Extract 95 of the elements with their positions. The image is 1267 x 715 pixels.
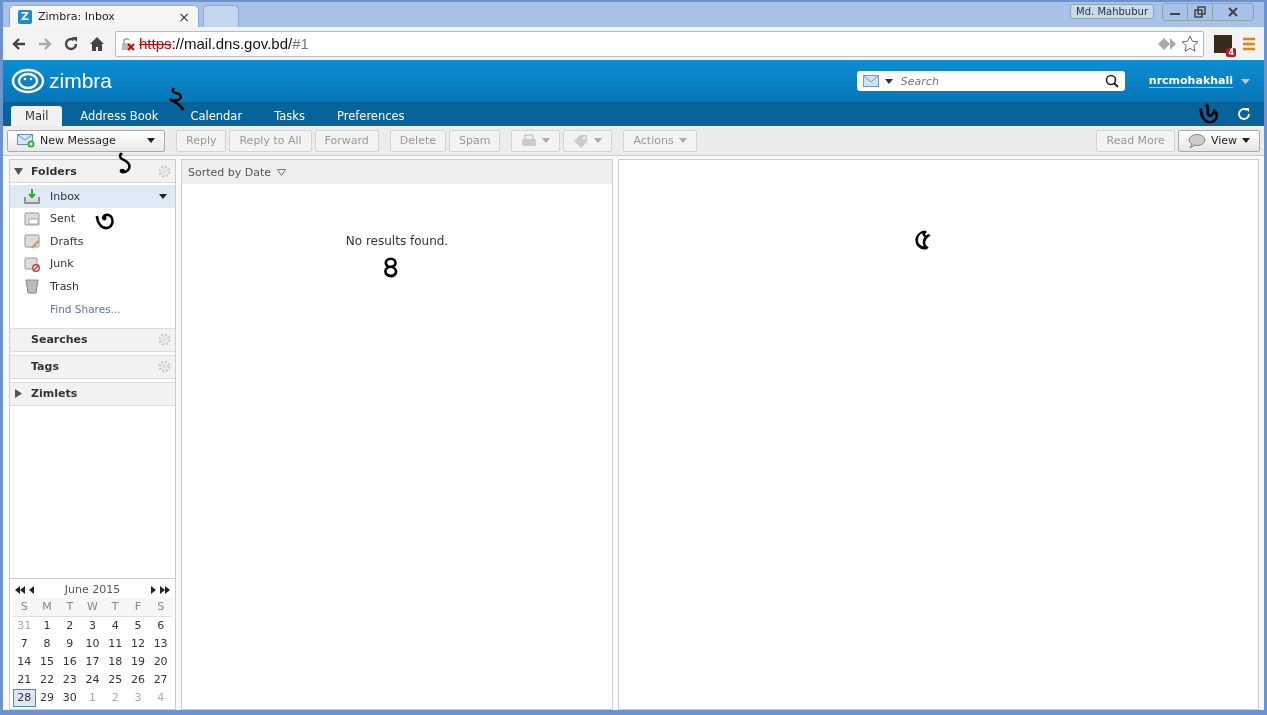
weekday-label: S: [19, 599, 29, 615]
calendar-day[interactable]: 4: [103, 617, 127, 635]
calendar-day[interactable]: 18: [103, 653, 127, 671]
folder-item[interactable]: Trash: [10, 275, 88, 298]
folder-blocked-icon: [24, 255, 40, 272]
calendar-day[interactable]: 29: [35, 689, 59, 707]
star-icon[interactable]: [1181, 34, 1199, 53]
folder-item[interactable]: Inbox: [10, 185, 175, 208]
calendar-day[interactable]: 12: [126, 635, 150, 653]
handwritten-number: ৩: [95, 206, 115, 236]
envelope-plus-icon: [17, 133, 35, 148]
caret-icon[interactable]: [159, 193, 167, 199]
zimbra-logo: zimbra: [49, 69, 112, 93]
calendar-day[interactable]: 25: [103, 671, 127, 689]
next-year-icon[interactable]: [160, 585, 170, 594]
calendar-day[interactable]: 27: [149, 671, 172, 689]
folder-item[interactable]: Drafts: [10, 230, 92, 253]
user-menu[interactable]: nrcmohakhali: [1148, 74, 1233, 88]
weekday-label: F: [133, 599, 143, 615]
calendar-day[interactable]: 5: [126, 617, 150, 635]
broken-lock-icon: [120, 35, 136, 52]
find-shares-link[interactable]: Find Shares...: [10, 297, 175, 315]
back-icon[interactable]: [11, 35, 27, 52]
previous-year-icon[interactable]: [15, 585, 25, 594]
app-tab[interactable]: Mail: [11, 106, 63, 126]
calendar-day[interactable]: 20: [149, 653, 172, 671]
calendar-day[interactable]: 10: [81, 635, 104, 653]
app-tab[interactable]: Preferences: [322, 106, 419, 126]
previous-month-icon[interactable]: [29, 585, 34, 594]
sort-arrow-icon[interactable]: [277, 168, 287, 176]
folder-pencil-icon: [24, 233, 40, 250]
browser-tab[interactable]: Z Zimbra: Inbox ×: [9, 5, 199, 27]
calendar-day[interactable]: 22: [35, 671, 59, 689]
section-header[interactable]: Zimlets: [10, 381, 175, 406]
inbox-tray-icon: [24, 188, 40, 205]
close-tab-button[interactable]: ×: [178, 8, 190, 25]
calendar-day[interactable]: 8: [35, 635, 59, 653]
calendar-day[interactable]: 19: [126, 653, 150, 671]
handwritten-number: ৫: [913, 224, 932, 254]
caret-icon[interactable]: [884, 78, 893, 84]
folder-item[interactable]: Sent: [10, 207, 84, 230]
handwritten-number: ৪: [381, 252, 400, 282]
tag-icon: [573, 133, 590, 148]
home-icon[interactable]: [89, 35, 105, 52]
calendar-day[interactable]: 11: [103, 635, 127, 653]
speech-bubble-icon: [1187, 133, 1206, 148]
calendar-day[interactable]: 2: [58, 617, 82, 635]
calendar-day[interactable]: 7: [13, 635, 36, 653]
expand-arrow-icon[interactable]: [14, 166, 23, 176]
search-icon[interactable]: [1104, 74, 1119, 88]
tab-favicon: Z: [18, 9, 32, 24]
section-header[interactable]: Tags: [10, 354, 175, 379]
calendar-day[interactable]: 13: [149, 635, 172, 653]
calendar-day[interactable]: 21: [13, 671, 36, 689]
calendar-day[interactable]: 30: [58, 689, 82, 707]
search-bar[interactable]: Search: [856, 71, 1125, 91]
extension-badge: 4: [1226, 47, 1236, 57]
handwritten-number: ৬: [1199, 98, 1219, 128]
folder-icon: [24, 210, 40, 227]
expand-arrow-icon[interactable]: [14, 389, 23, 398]
calendar-day[interactable]: 14: [13, 653, 36, 671]
calendar-day[interactable]: 9: [58, 635, 82, 653]
section-header[interactable]: Searches: [10, 327, 175, 352]
toolbar-button[interactable]: New Message: [7, 129, 165, 152]
trash-icon: [24, 278, 40, 295]
calendar-day[interactable]: 23: [58, 671, 82, 689]
printer-icon: [521, 133, 538, 148]
weekday-label: M: [41, 599, 53, 615]
reload-icon[interactable]: [63, 35, 79, 52]
smiley-logo-icon: [11, 68, 45, 94]
calendar-day[interactable]: 16: [58, 653, 82, 671]
calendar-month: June 2015: [63, 583, 122, 596]
calendar-day[interactable]: 15: [35, 653, 59, 671]
app-tab[interactable]: Tasks: [260, 106, 319, 126]
toolbar-button[interactable]: View: [1177, 129, 1260, 152]
weekday-label: T: [110, 599, 120, 615]
folder-item[interactable]: Junk: [10, 252, 82, 275]
weekday-label: W: [86, 599, 99, 615]
url-text: https://mail.dns.gov.bd/#1: [139, 35, 309, 52]
calendar-day[interactable]: 6: [149, 617, 172, 635]
weekday-label: T: [65, 599, 75, 615]
calendar-day[interactable]: 1: [35, 617, 59, 635]
address-bar[interactable]: https://mail.dns.gov.bd/#1: [115, 30, 1204, 57]
calendar-day[interactable]: 24: [81, 671, 104, 689]
envelope-icon[interactable]: [862, 75, 879, 87]
refresh-icon[interactable]: [1236, 106, 1252, 122]
calendar-day[interactable]: 3: [81, 617, 104, 635]
empty-message: No results found.: [344, 234, 450, 248]
calendar-day[interactable]: 17: [81, 653, 104, 671]
profile-button[interactable]: Md. Mahbubur: [1070, 4, 1154, 19]
weekday-label: S: [156, 599, 166, 615]
calendar-day[interactable]: 28: [13, 689, 36, 707]
next-month-icon[interactable]: [151, 585, 156, 594]
calendar-day[interactable]: 26: [126, 671, 150, 689]
sort-label[interactable]: Sorted by Date: [188, 165, 272, 179]
